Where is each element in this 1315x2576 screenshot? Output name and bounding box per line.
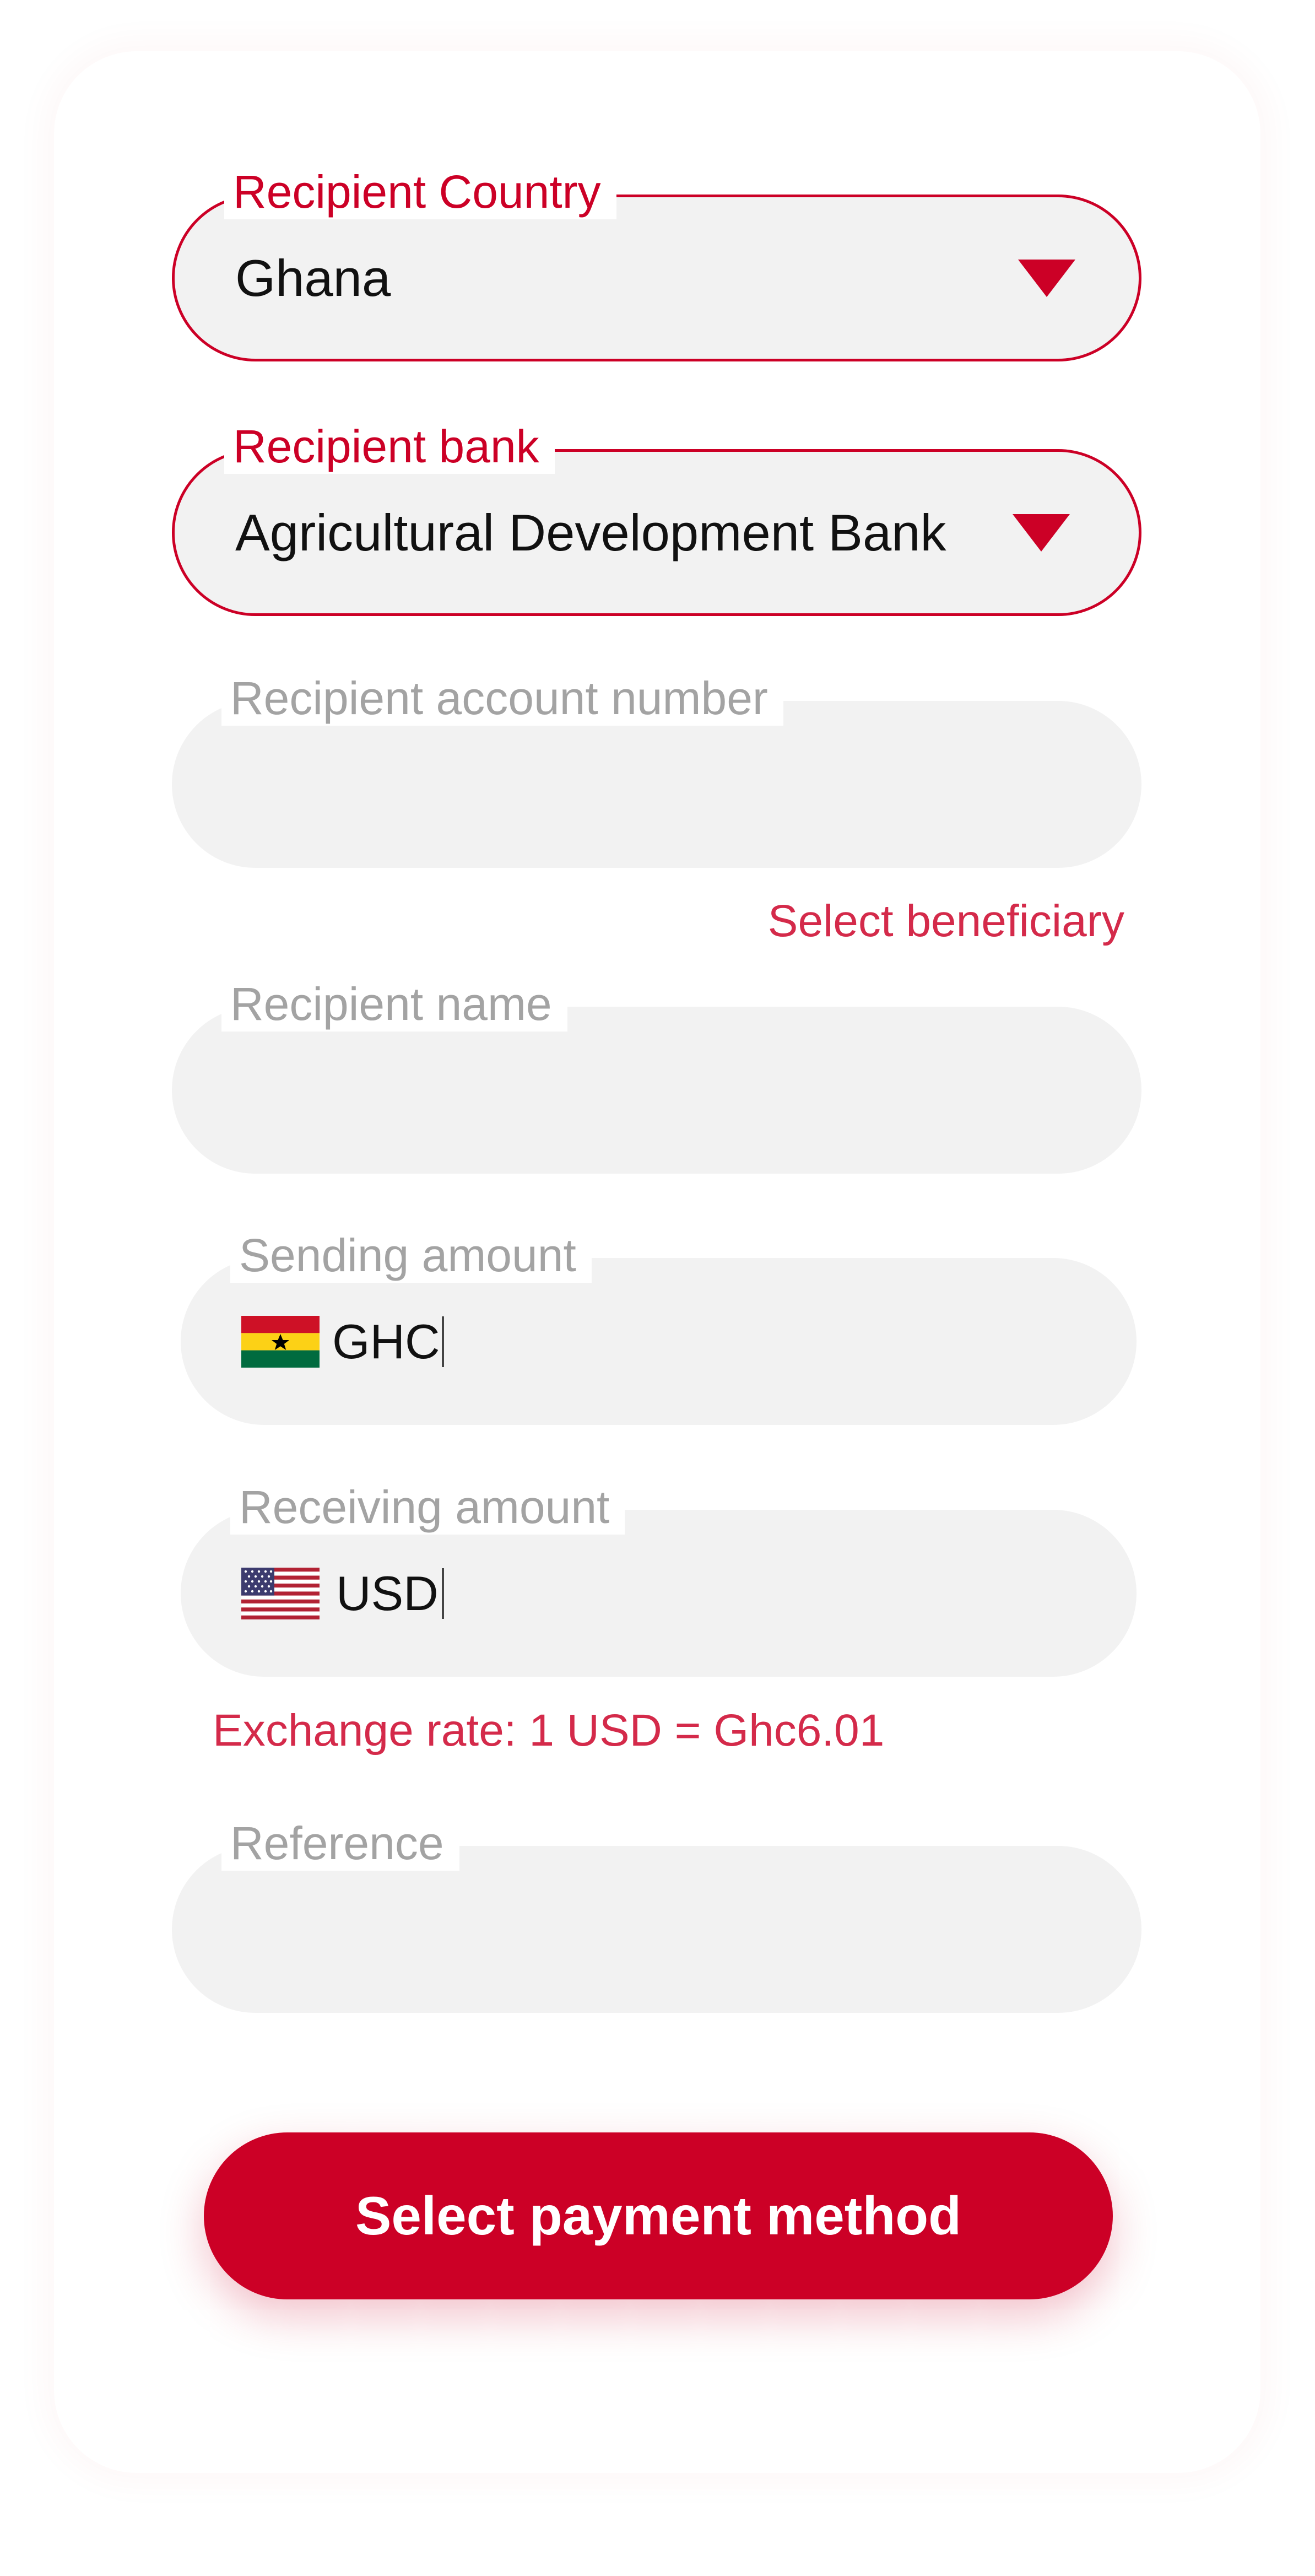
exchange-rate-text: Exchange rate: 1 USD = Ghc6.01 xyxy=(213,1705,885,1756)
usa-flag-icon xyxy=(241,1567,320,1619)
text-cursor xyxy=(442,1316,444,1367)
country-label: Recipient Country xyxy=(224,164,616,219)
bank-label: Recipient bank xyxy=(224,419,555,474)
select-payment-method-button[interactable]: Select payment method xyxy=(204,2132,1113,2299)
country-select[interactable]: Recipient Country Ghana xyxy=(172,164,1141,361)
receiving-amount-label: Receiving amount xyxy=(230,1479,625,1535)
receiving-currency: USD xyxy=(336,1565,439,1621)
bank-value: Agricultural Development Bank xyxy=(235,503,946,561)
ghana-flag-icon xyxy=(241,1315,320,1368)
dropdown-caret-icon[interactable] xyxy=(1013,514,1070,552)
sending-amount-field[interactable]: Sending amount GHC xyxy=(181,1228,1137,1425)
bank-select[interactable]: Recipient bank Agricultural Development … xyxy=(172,419,1141,616)
reference-field[interactable]: Reference xyxy=(172,1816,1141,2013)
reference-label: Reference xyxy=(221,1816,459,1871)
receiving-amount-field[interactable]: Receiving amount USD xyxy=(181,1479,1137,1677)
recipient-name-label: Recipient name xyxy=(221,976,567,1032)
country-value: Ghana xyxy=(235,249,391,307)
select-beneficiary-link[interactable]: Select beneficiary xyxy=(768,895,1124,947)
account-number-label: Recipient account number xyxy=(221,671,783,726)
recipient-name-field[interactable]: Recipient name xyxy=(172,976,1141,1174)
text-cursor xyxy=(442,1568,444,1619)
dropdown-caret-icon[interactable] xyxy=(1018,259,1075,297)
account-number-field[interactable]: Recipient account number xyxy=(172,671,1141,868)
sending-amount-label: Sending amount xyxy=(230,1228,592,1283)
sending-currency: GHC xyxy=(332,1314,440,1369)
